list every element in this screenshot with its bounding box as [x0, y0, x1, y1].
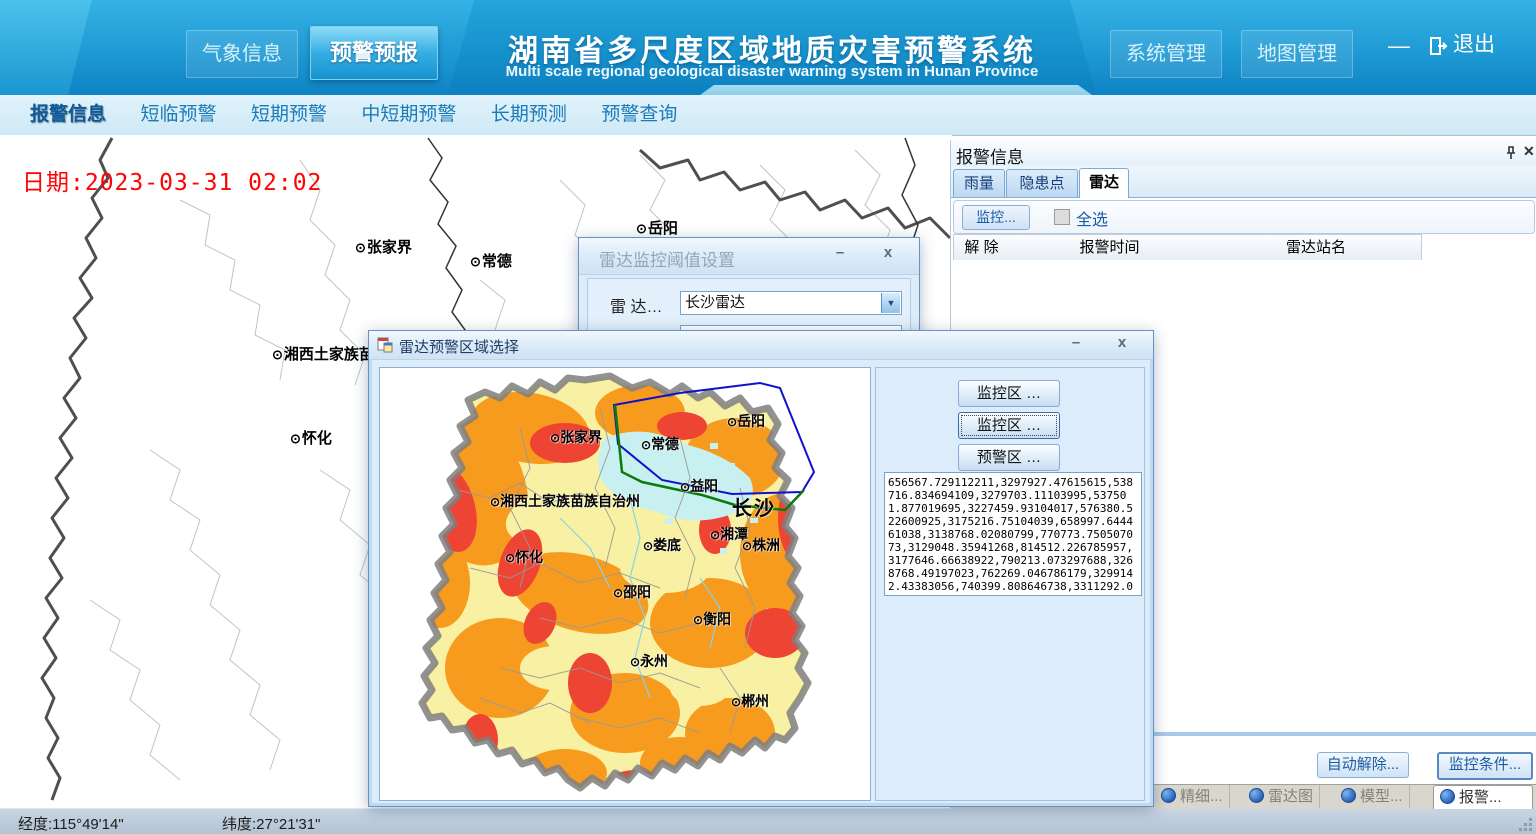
map-city-label: ⊙湘西土家族苗族自治州: [490, 491, 640, 511]
alarm-panel-titlebar: 报警信息 ✕: [951, 140, 1536, 166]
status-latitude: 纬度:27°21'31": [222, 813, 320, 834]
tab-radar[interactable]: 雷达: [1079, 168, 1129, 198]
region-dialog-title: 雷达预警区域选择: [399, 336, 519, 357]
minimize-window-button[interactable]: —: [1386, 28, 1412, 64]
city-marker-icon: ⊙: [470, 254, 481, 269]
map-city-label: ⊙娄底: [643, 535, 681, 555]
nav-system-management[interactable]: 系统管理: [1110, 30, 1222, 78]
radar-select-value: 长沙雷达: [685, 294, 745, 311]
monitor-condition-button[interactable]: 监控条件...: [1437, 752, 1533, 780]
warning-area-button[interactable]: 预警区 …: [958, 444, 1060, 471]
nav-map-management[interactable]: 地图管理: [1241, 30, 1353, 78]
warning-map-panel[interactable]: ⊙张家界 ⊙常德 ⊙岳阳 ⊙益阳 ⊙湘西土家族苗族自治州 长沙 ⊙湘潭 ⊙株洲 …: [379, 367, 871, 801]
pin-icon[interactable]: [1505, 146, 1517, 160]
bg-city-label: ⊙张家界: [355, 236, 412, 257]
nav-warning-forecast[interactable]: 预警预报: [310, 26, 438, 80]
nav-weather-info[interactable]: 气象信息: [186, 30, 298, 78]
map-city-label: ⊙永州: [630, 651, 668, 671]
region-dialog-sidebar: 监控区 … 监控区 … 预警区 … 656567.729112211,32979…: [875, 367, 1145, 801]
city-marker-icon: ⊙: [272, 347, 283, 362]
auto-release-button[interactable]: 自动解除...: [1317, 752, 1409, 778]
exit-door-icon: [1428, 36, 1448, 56]
winform-app-icon: [377, 337, 393, 353]
monitor-area-button-2[interactable]: 监控区 …: [958, 412, 1060, 439]
map-city-label: ⊙益阳: [680, 476, 718, 496]
alarm-panel-tabs: 雨量 隐患点 雷达: [951, 166, 1536, 198]
resize-grip[interactable]: [1518, 817, 1532, 831]
menu-item-warning-query[interactable]: 预警查询: [601, 95, 677, 135]
globe-icon: [1249, 788, 1264, 803]
city-marker-icon: ⊙: [636, 221, 647, 236]
doc-tab-alarm[interactable]: 报警...: [1433, 785, 1533, 809]
alarm-panel-toolbar: 监控... 全选: [953, 200, 1535, 234]
column-header-radar-station[interactable]: 雷达站名: [1211, 234, 1422, 261]
bg-city-label: ⊙常德: [470, 250, 512, 271]
city-marker-icon: ⊙: [355, 240, 366, 255]
status-bar: 经度:115°49'14" 纬度:27°21'31": [0, 808, 1536, 834]
map-city-label: ⊙常德: [641, 434, 679, 454]
radar-select-label: 雷 达…: [610, 293, 662, 317]
map-city-label: ⊙岳阳: [727, 411, 765, 431]
alarm-panel-title: 报警信息: [956, 143, 1024, 168]
bg-city-label: ⊙岳阳: [636, 217, 678, 238]
exit-label: 退出: [1453, 33, 1495, 56]
select-all-label[interactable]: 全选: [1076, 206, 1108, 230]
threshold-minimize-button[interactable]: –: [827, 244, 853, 261]
alarm-panel-close-icon[interactable]: ✕: [1523, 143, 1535, 160]
combo-dropdown-arrow-icon[interactable]: ▼: [881, 293, 900, 313]
map-city-label: ⊙株洲: [742, 535, 780, 555]
globe-icon: [1161, 788, 1176, 803]
region-dialog-titlebar[interactable]: 雷达预警区域选择 – x: [369, 331, 1153, 360]
app-subtitle: Multi scale regional geological disaster…: [448, 63, 1096, 80]
monitor-button[interactable]: 监控...: [962, 205, 1030, 230]
header-bar: 湖南省多尺度区域地质灾害预警系统 Multi scale regional ge…: [0, 0, 1536, 95]
map-city-label: ⊙衡阳: [693, 609, 731, 629]
city-marker-icon: ⊙: [290, 431, 301, 446]
monitor-area-button-1[interactable]: 监控区 …: [958, 380, 1060, 407]
sub-menu-bar: 报警信息 短临预警 短期预警 中短期预警 长期预测 预警查询: [0, 95, 1536, 136]
doc-tab-fine[interactable]: 精细...: [1155, 785, 1230, 808]
column-header-release[interactable]: 解 除: [953, 234, 1010, 261]
menu-item-nowcast-warning[interactable]: 短临预警: [140, 95, 216, 135]
bg-city-label: ⊙怀化: [290, 427, 332, 448]
map-city-label: ⊙怀化: [505, 547, 543, 567]
header-decor-wedge: [0, 0, 92, 95]
map-city-label: ⊙郴州: [731, 691, 769, 711]
menu-item-shortterm-warning[interactable]: 短期预警: [251, 95, 327, 135]
select-all-checkbox[interactable]: [1054, 209, 1070, 225]
menu-item-alarm-info[interactable]: 报警信息: [30, 95, 106, 135]
threshold-dialog-titlebar[interactable]: 雷达监控阈值设置 – x: [579, 238, 919, 275]
doc-tab-radar-image[interactable]: 雷达图: [1243, 785, 1320, 808]
menu-item-longterm-forecast[interactable]: 长期预测: [491, 95, 567, 135]
globe-icon: [1440, 789, 1455, 804]
column-header-alarm-time[interactable]: 报警时间: [1008, 234, 1212, 261]
radar-select-combobox[interactable]: 长沙雷达 ▼: [680, 291, 902, 315]
region-minimize-button[interactable]: –: [1063, 334, 1089, 351]
map-city-label: ⊙张家界: [550, 427, 602, 447]
globe-icon: [1341, 788, 1356, 803]
app-window: 湖南省多尺度区域地质灾害预警系统 Multi scale regional ge…: [0, 0, 1536, 834]
tab-rainfall[interactable]: 雨量: [953, 169, 1005, 197]
tab-hazard-points[interactable]: 隐患点: [1006, 169, 1078, 197]
radar-region-select-dialog: 雷达预警区域选择 – x: [368, 330, 1154, 807]
region-close-button[interactable]: x: [1109, 334, 1135, 351]
menu-item-midshort-warning[interactable]: 中短期预警: [361, 95, 456, 135]
exit-button[interactable]: 退出: [1428, 24, 1508, 66]
map-date-label: 日期:2023-03-31 02:02: [22, 163, 322, 197]
region-coordinates-textbox[interactable]: 656567.729112211,3297927.47615615,538716…: [884, 472, 1142, 596]
doc-tab-model[interactable]: 模型...: [1335, 785, 1410, 808]
map-city-label-changsha: 长沙: [732, 492, 776, 521]
threshold-close-button[interactable]: x: [875, 244, 901, 261]
map-city-label: ⊙邵阳: [613, 582, 651, 602]
status-longitude: 经度:115°49'14": [18, 813, 124, 834]
title-banner-tab: [700, 85, 1092, 95]
threshold-dialog-title: 雷达监控阈值设置: [599, 246, 735, 271]
